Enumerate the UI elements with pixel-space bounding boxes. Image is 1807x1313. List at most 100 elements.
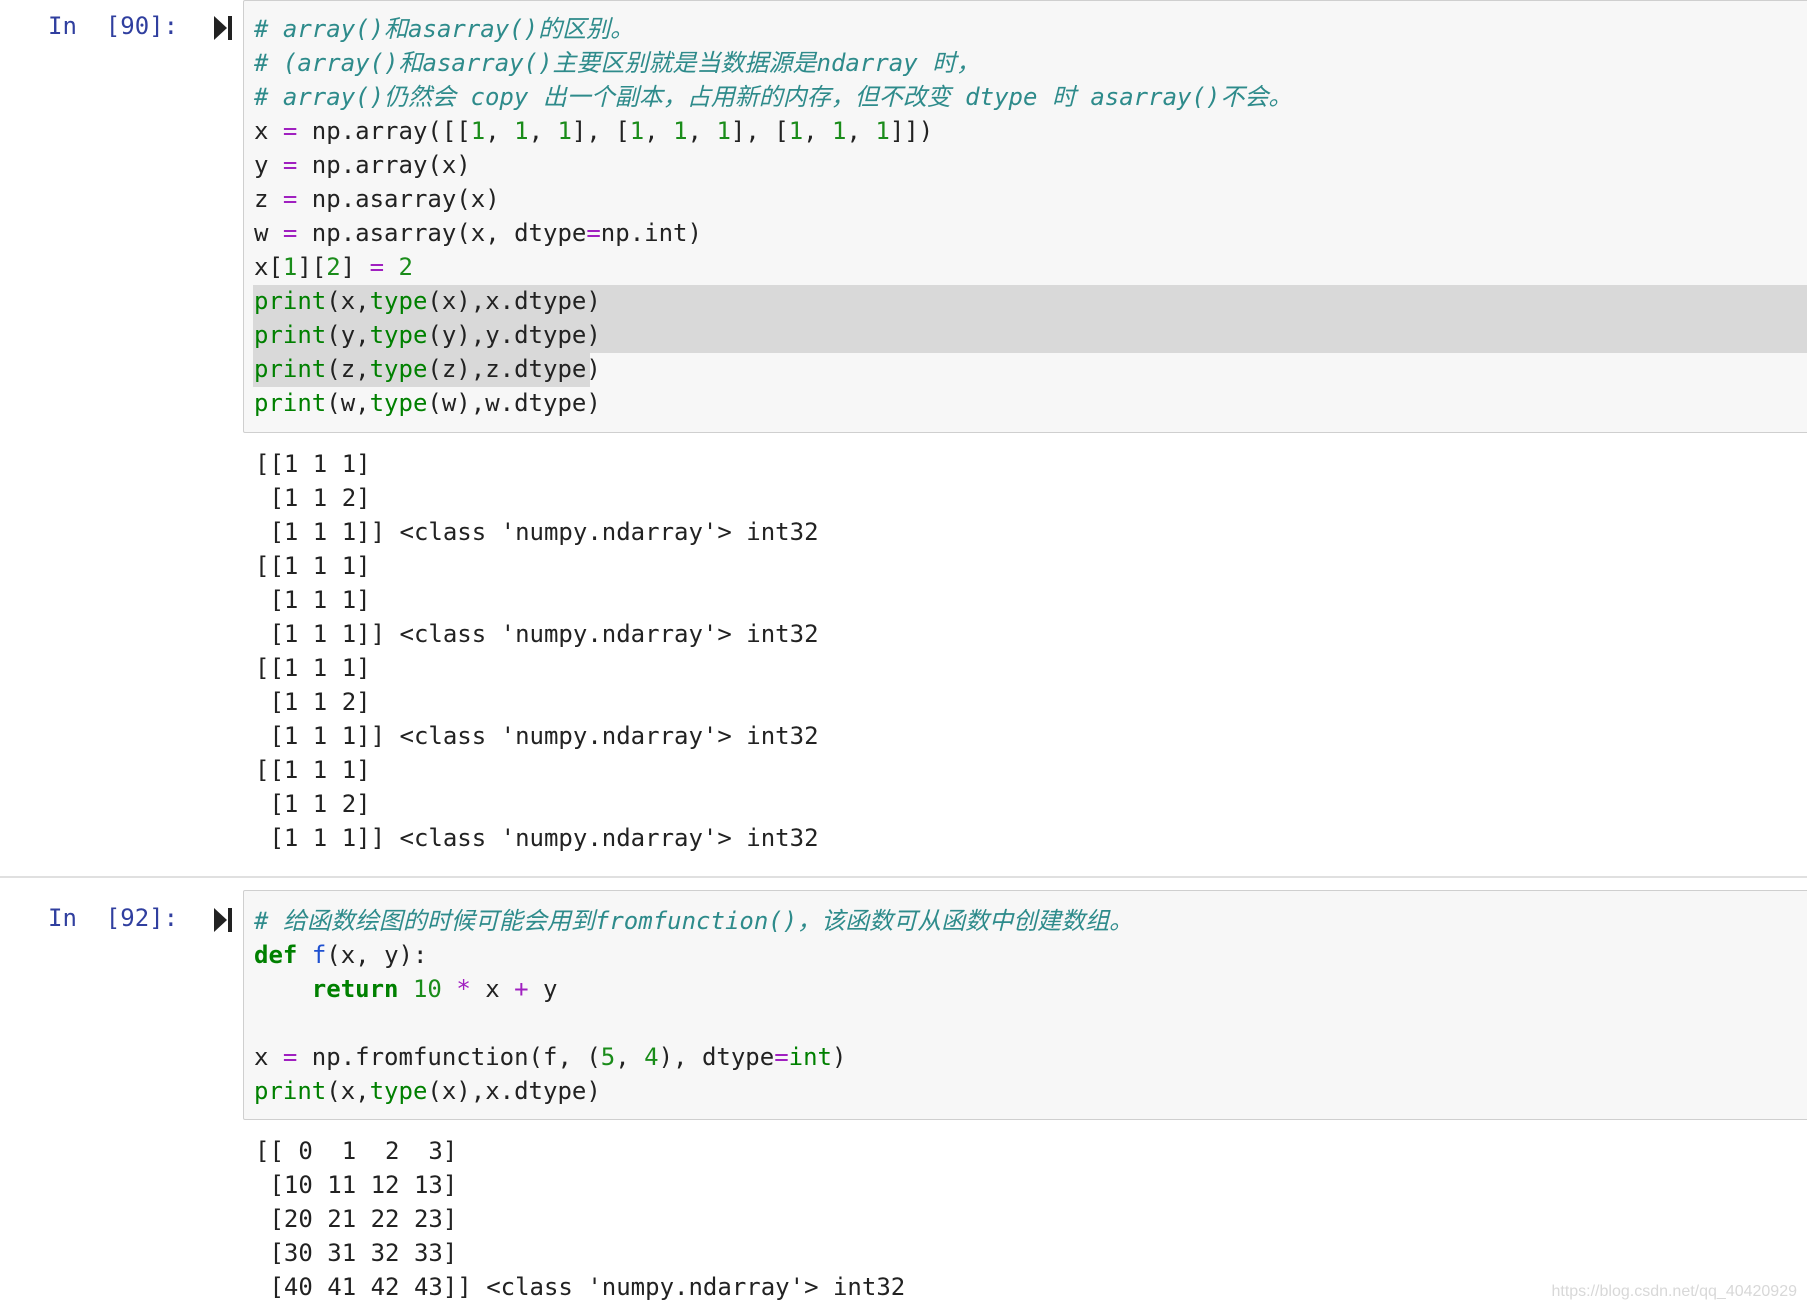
code-token: , (615, 1043, 645, 1071)
output-line: [10 11 12 13] (255, 1171, 458, 1199)
code-editor[interactable]: # array()和asarray()的区别。 # (array()和asarra… (243, 0, 1807, 433)
code-token: int (788, 1043, 833, 1071)
run-cell-icon[interactable] (212, 14, 234, 42)
code-token: (x),x.dtype) (427, 1077, 601, 1105)
code-token: # array()仍然会 copy 出一个副本，占用新的内存，但不改变 dtyp… (254, 83, 1293, 111)
code-token: , (803, 117, 833, 145)
code-token: np.array(x) (297, 151, 471, 179)
code-token: = (282, 185, 298, 213)
code-token: = (282, 219, 298, 247)
code-token: print (254, 355, 327, 383)
output-line: [1 1 2] (255, 688, 371, 716)
code-token: 1 (282, 253, 298, 281)
code-token: def (254, 941, 298, 969)
code-token: 1 (832, 117, 847, 145)
code-token: 1 (514, 117, 529, 145)
code-token: print (254, 389, 327, 417)
code-line: x = np.fromfunction(f, (5, 4), dtype=int… (254, 1040, 846, 1074)
code-token: # array()和asarray()的区别。 (254, 15, 635, 43)
code-token: print (254, 321, 327, 349)
code-line: # 给函数绘图的时候可能会用到fromfunction()，该函数可从函数中创建… (254, 904, 1133, 938)
code-line: w = np.asarray(x, dtype=np.int) (254, 216, 702, 250)
code-line: x = np.array([[1, 1, 1], [1, 1, 1], [1, … (254, 114, 933, 148)
code-token: 5 (600, 1043, 616, 1071)
output-line: [1 1 1] (255, 586, 371, 614)
code-token: + (514, 975, 529, 1003)
cell-divider (0, 876, 1807, 878)
code-token: = (369, 253, 385, 281)
run-cell-icon[interactable] (212, 906, 234, 934)
code-token: = (282, 1043, 298, 1071)
output-line: [[1 1 1] (255, 552, 371, 580)
code-token: type (369, 321, 428, 349)
output-line: [1 1 1]] <class 'numpy.ndarray'> int32 (255, 620, 819, 648)
code-token: return (311, 975, 399, 1003)
code-token: (w, (326, 389, 370, 417)
output-line: [30 31 32 33] (255, 1239, 458, 1267)
code-token: = (586, 219, 601, 247)
code-token: = (774, 1043, 789, 1071)
code-token: z (254, 185, 283, 213)
code-token: 1 (716, 117, 731, 145)
code-line: print(y,type(y),y.dtype) (254, 318, 601, 352)
output-line: [1 1 1]] <class 'numpy.ndarray'> int32 (255, 824, 819, 852)
code-token: ]]) (889, 117, 934, 145)
code-token: 4 (644, 1043, 659, 1071)
code-token: np.asarray(x) (297, 185, 500, 213)
code-token: type (369, 355, 428, 383)
code-line: # (array()和asarray()主要区别就是当数据源是ndarray 时… (254, 46, 980, 80)
output-line: [1 1 1]] <class 'numpy.ndarray'> int32 (255, 518, 819, 546)
code-line: z = np.asarray(x) (254, 182, 500, 216)
code-line: print(x,type(x),x.dtype) (254, 284, 601, 318)
code-token: 1 (557, 117, 572, 145)
code-line: # array()仍然会 copy 出一个副本，占用新的内存，但不改变 dtyp… (254, 80, 1292, 114)
code-line: print(z,type(z),z.dtype) (254, 352, 601, 386)
code-token: , (846, 117, 876, 145)
code-token: (z),z.dtype) (427, 355, 601, 383)
code-token: x (254, 1043, 283, 1071)
code-token: = (282, 151, 298, 179)
output-line: [40 41 42 43]] <class 'numpy.ndarray'> i… (255, 1273, 906, 1301)
code-token: x[ (254, 253, 283, 281)
code-line: x[1][2] = 2 (254, 250, 413, 284)
code-token: ], [ (571, 117, 630, 145)
code-line: def f(x, y): (254, 938, 427, 972)
code-token: # 给函数绘图的时候可能会用到fromfunction()，该函数可从函数中创建… (254, 907, 1134, 935)
code-token: x (254, 117, 283, 145)
code-token: ), dtype (658, 1043, 775, 1071)
code-token: w (254, 219, 283, 247)
watermark: https://blog.csdn.net/qq_40420929 (1551, 1283, 1797, 1300)
code-token: , (687, 117, 717, 145)
code-token: 2 (326, 253, 341, 281)
code-line: # array()和asarray()的区别。 (254, 12, 634, 46)
code-token: ][ (297, 253, 327, 281)
code-token: * (456, 975, 471, 1003)
code-line: return 10 * x + y (254, 972, 558, 1006)
code-token: (y, (326, 321, 370, 349)
cell-prompt: In [92]: (48, 904, 179, 932)
output-line: [1 1 2] (255, 484, 371, 512)
code-token: type (369, 389, 428, 417)
code-token: (w),w.dtype) (427, 389, 601, 417)
output-line: [[1 1 1] (255, 756, 371, 784)
code-token: = (282, 117, 298, 145)
code-token: np.fromfunction(f, ( (297, 1043, 601, 1071)
code-token: 2 (398, 253, 413, 281)
output-line: [[1 1 1] (255, 654, 371, 682)
code-token: y (254, 151, 283, 179)
code-token: # (array()和asarray()主要区别就是当数据源是ndarray 时… (254, 49, 981, 77)
code-line: print(w,type(w),w.dtype) (254, 386, 601, 420)
code-token: , (485, 117, 515, 145)
code-token: 10 (412, 975, 442, 1003)
code-token: print (254, 1077, 327, 1105)
code-token: (x, y): (326, 941, 428, 969)
code-editor[interactable]: # 给函数绘图的时候可能会用到fromfunction()，该函数可从函数中创建… (243, 890, 1807, 1120)
code-token: (x, (326, 287, 370, 315)
output-line: [20 21 22 23] (255, 1205, 458, 1233)
output-line: [1 1 2] (255, 790, 371, 818)
code-token: (x, (326, 1077, 370, 1105)
output-line: [[1 1 1] (255, 450, 371, 478)
